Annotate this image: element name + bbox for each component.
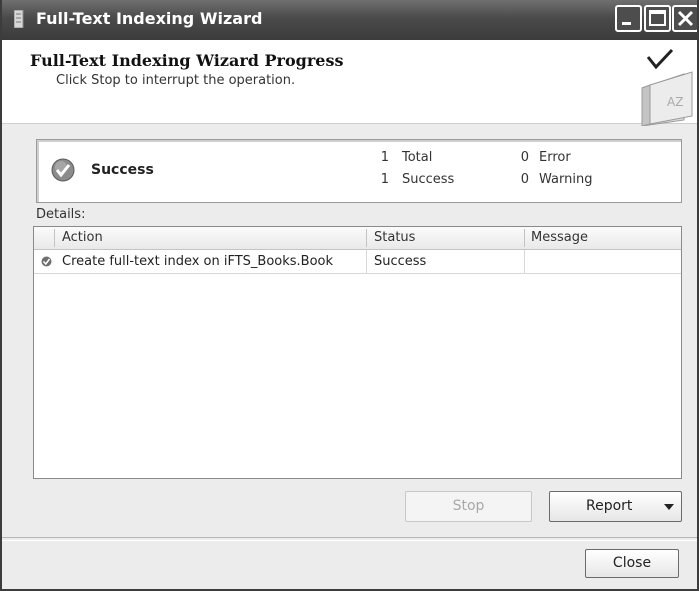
- header-separator: [54, 229, 55, 247]
- row-status: Success: [374, 254, 427, 269]
- error-label: Error: [539, 150, 571, 165]
- row-action: Create full-text index on iFTS_Books.Boo…: [62, 254, 334, 269]
- total-count: 1: [380, 150, 389, 165]
- total-label: Total: [402, 150, 433, 165]
- minimize-icon: [622, 22, 631, 25]
- details-label: Details:: [36, 207, 86, 222]
- close-button[interactable]: Close: [585, 549, 679, 578]
- stop-button[interactable]: Stop: [405, 491, 532, 522]
- column-header-action[interactable]: Action: [62, 227, 103, 249]
- close-icon: [677, 10, 694, 27]
- header-separator: [366, 229, 367, 247]
- warning-label: Warning: [539, 172, 593, 187]
- success-label: Success: [402, 172, 455, 187]
- cell-separator: [366, 250, 367, 273]
- success-count: 1: [380, 172, 389, 187]
- page-title: Full-Text Indexing Wizard Progress: [30, 51, 344, 70]
- report-button-label: Report: [586, 498, 633, 514]
- maximize-button[interactable]: [644, 5, 671, 32]
- page-subtitle: Click Stop to interrupt the operation.: [56, 73, 296, 88]
- wizard-window: Full-Text Indexing Wizard Full-Text Inde…: [0, 0, 699, 591]
- wizard-header: Full-Text Indexing Wizard Progress Click…: [2, 40, 697, 126]
- minimize-button[interactable]: [615, 5, 642, 32]
- close-window-button[interactable]: [672, 5, 697, 32]
- dropdown-arrow-icon: [664, 504, 674, 510]
- details-header: Action Status Message: [34, 227, 681, 250]
- cell-separator: [524, 250, 525, 273]
- column-header-message[interactable]: Message: [531, 227, 588, 249]
- success-check-icon: [51, 158, 75, 182]
- report-button[interactable]: Report: [549, 491, 682, 522]
- book-az-icon: AZ: [641, 48, 693, 126]
- title-bar[interactable]: Full-Text Indexing Wizard: [2, 0, 697, 40]
- details-list[interactable]: Action Status Message Create full-text i…: [33, 226, 682, 479]
- table-row[interactable]: Create full-text index on iFTS_Books.Boo…: [34, 250, 681, 274]
- book-icon-text: AZ: [667, 95, 683, 109]
- app-icon: [13, 9, 24, 29]
- error-count: 0: [520, 150, 529, 165]
- warning-count: 0: [520, 172, 529, 187]
- header-separator: [524, 229, 525, 247]
- maximize-icon: [649, 10, 666, 26]
- window-title: Full-Text Indexing Wizard: [36, 9, 263, 28]
- column-header-status[interactable]: Status: [374, 227, 415, 249]
- summary-status: Success: [91, 162, 154, 178]
- footer-divider: [2, 537, 697, 541]
- summary-panel: Success 1 Total 1 Success 0 Error 0 Warn…: [36, 139, 682, 203]
- row-success-icon: [41, 256, 52, 267]
